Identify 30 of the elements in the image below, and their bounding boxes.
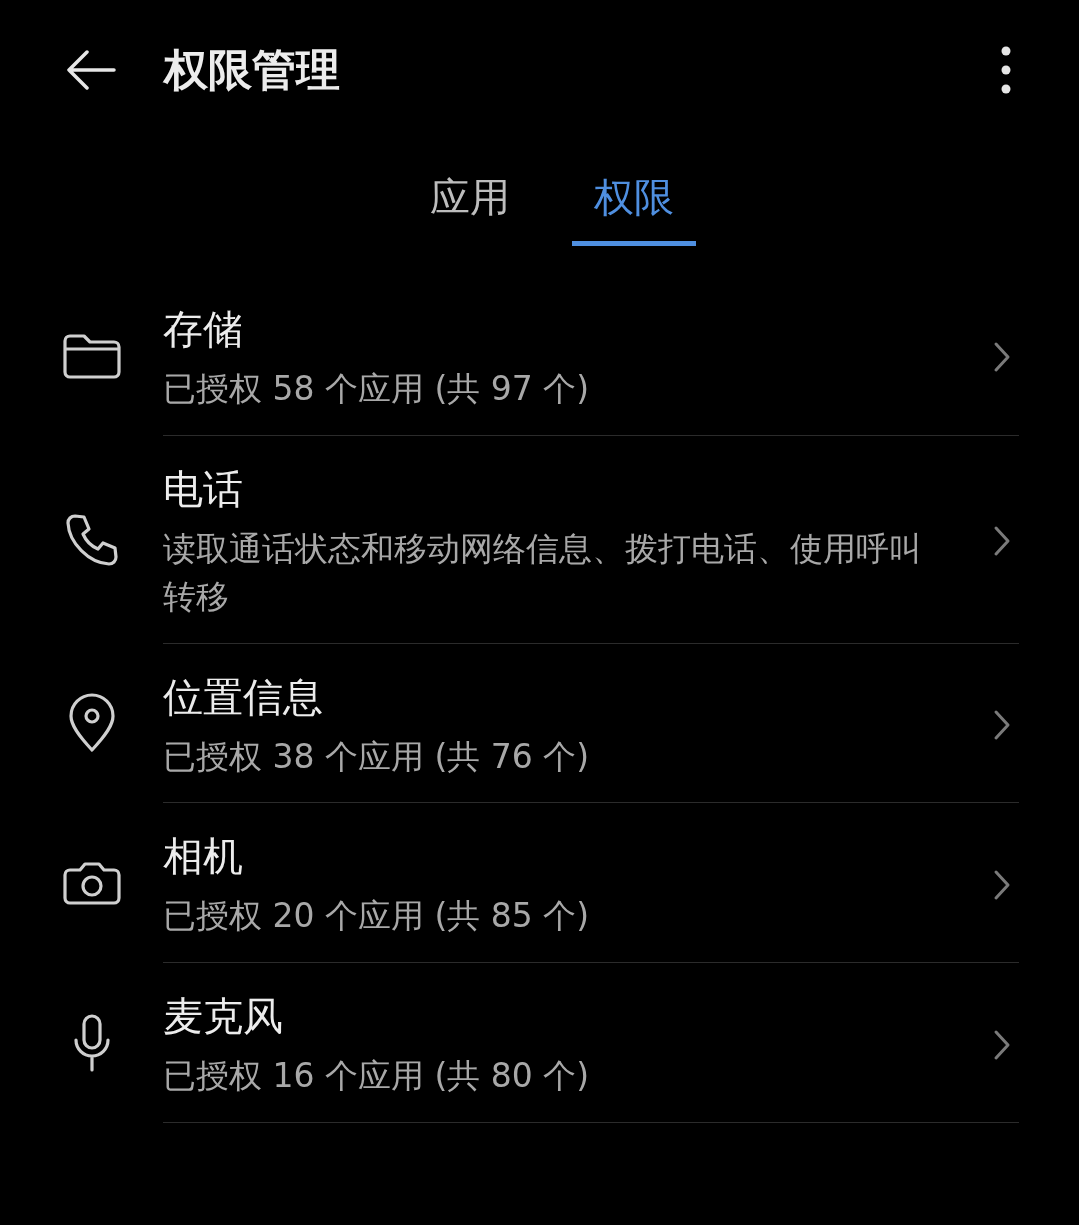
more-options-icon[interactable] — [1001, 46, 1011, 94]
permission-row[interactable]: 麦克风 已授权 16 个应用 (共 80 个) — [0, 963, 1079, 1124]
permission-title: 位置信息 — [163, 672, 324, 722]
permission-summary: 已授权 58 个应用 (共 97 个) — [163, 368, 591, 410]
microphone-icon — [71, 1014, 112, 1073]
folder-icon — [62, 332, 121, 379]
permission-title: 相机 — [163, 832, 244, 882]
chevron-right-icon — [993, 868, 1011, 901]
permission-summary: 已授权 38 个应用 (共 76 个) — [163, 735, 591, 778]
permission-title: 存储 — [163, 305, 244, 354]
permission-summary: 读取通话状态和移动网络信息、拨打电话、使用呼叫转移 — [163, 527, 923, 618]
chevron-right-icon — [993, 341, 1011, 374]
chevron-right-icon — [993, 708, 1011, 741]
camera-icon — [62, 861, 121, 906]
chevron-right-icon — [993, 525, 1011, 558]
permission-title: 麦克风 — [163, 992, 284, 1042]
chevron-right-icon — [993, 1028, 1011, 1061]
back-arrow-icon[interactable] — [66, 50, 116, 90]
permission-row[interactable]: 相机 已授权 20 个应用 (共 85 个) — [0, 803, 1079, 964]
permission-row[interactable]: 电话 读取通话状态和移动网络信息、拨打电话、使用呼叫转移 — [0, 435, 1079, 644]
permission-summary: 已授权 16 个应用 (共 80 个) — [163, 1055, 591, 1098]
permission-summary: 已授权 20 个应用 (共 85 个) — [163, 895, 591, 938]
location-pin-icon — [67, 693, 116, 754]
tab[interactable]: 权限 — [572, 160, 696, 246]
permission-row[interactable]: 存储 已授权 58 个应用 (共 97 个) — [0, 276, 1079, 436]
tab[interactable]: 应用 — [408, 160, 532, 246]
permission-title: 电话 — [163, 464, 244, 514]
phone-icon — [64, 512, 119, 567]
page-title: 权限管理 — [164, 42, 341, 97]
permission-row[interactable]: 位置信息 已授权 38 个应用 (共 76 个) — [0, 643, 1079, 804]
